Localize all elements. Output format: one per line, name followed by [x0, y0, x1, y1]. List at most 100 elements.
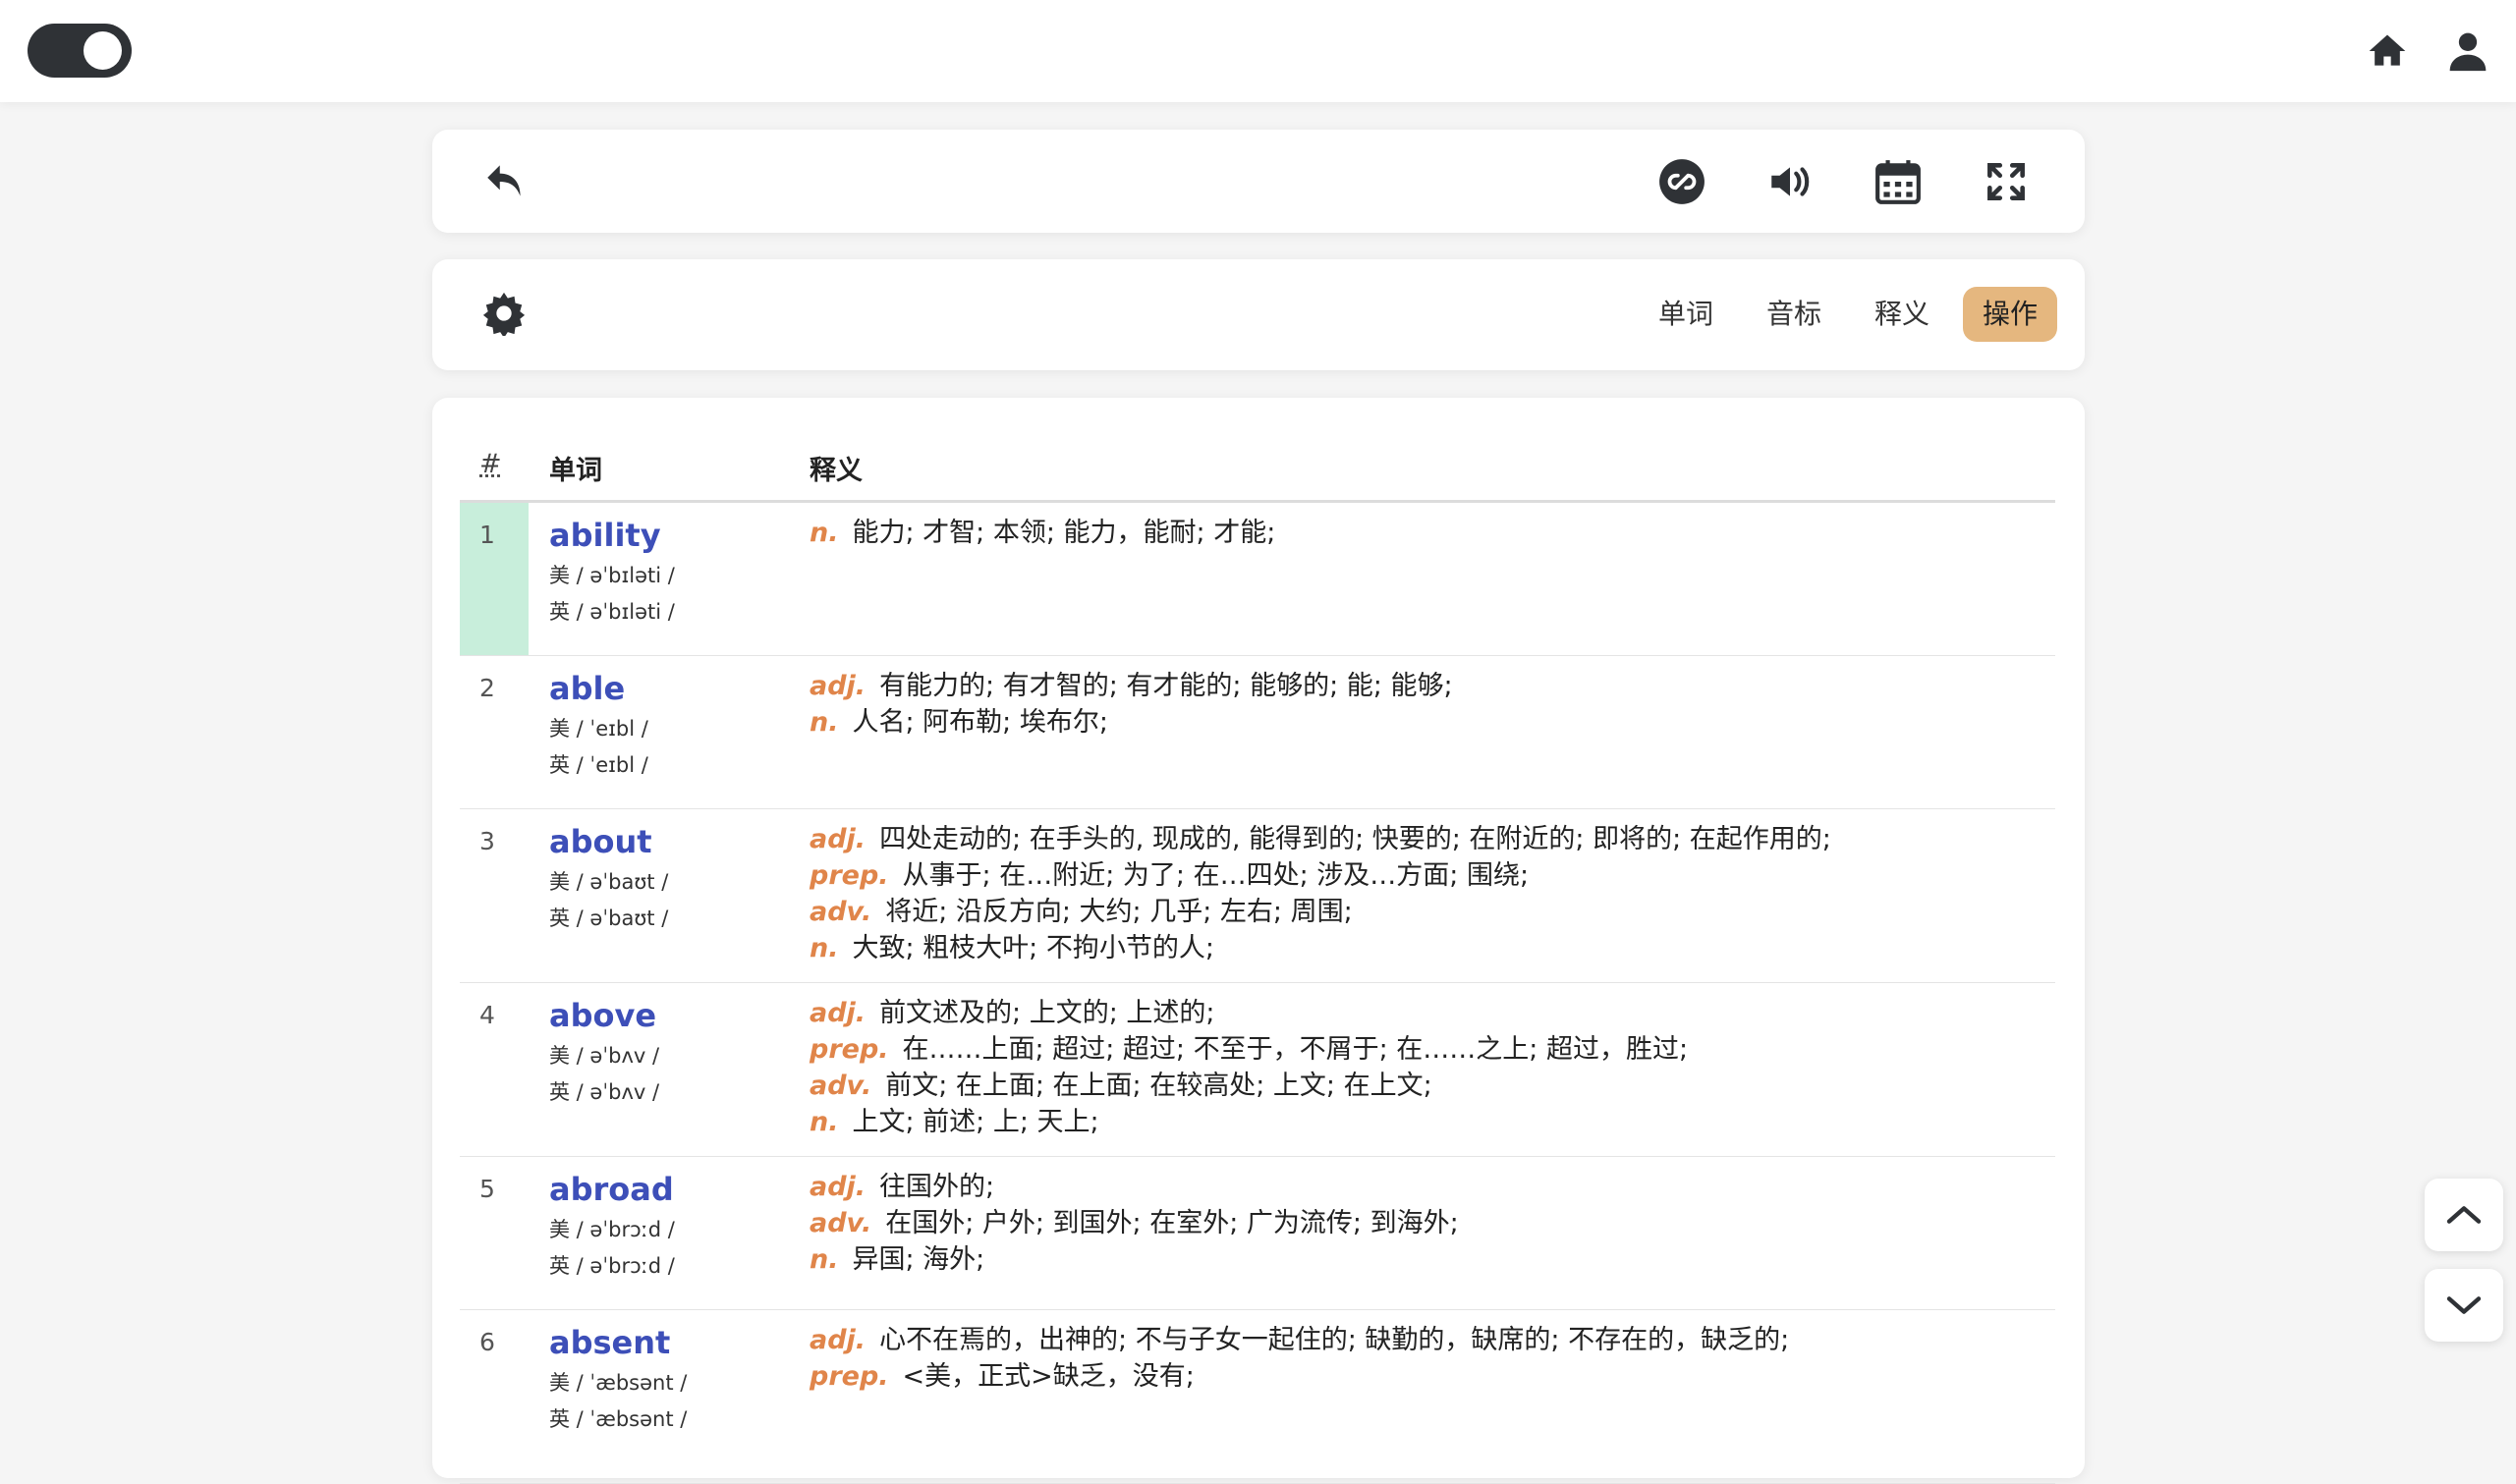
definition-line: adj. 往国外的; — [810, 1169, 2047, 1205]
word-link[interactable]: abroad — [549, 1171, 795, 1208]
chevron-up-icon — [2446, 1206, 2482, 1224]
user-icon[interactable] — [2446, 29, 2489, 73]
table-header: # 单词 释义 — [460, 437, 2055, 503]
top-bar — [0, 0, 2516, 102]
row-number: 4 — [479, 1001, 495, 1029]
part-of-speech: adj. — [810, 824, 867, 854]
definition-text: 四处走动的; 在手头的, 现成的, 能得到的; 快要的; 在附近的; 即将的; … — [879, 824, 1831, 854]
view-tabs: 单词 音标 释义 操作 — [1639, 287, 2057, 342]
row-number: 3 — [479, 827, 495, 855]
scroll-up-button[interactable] — [2425, 1179, 2503, 1251]
definition-line: prep. <美，正式>缺乏，没有; — [810, 1358, 2047, 1395]
table-body: 1 ability 美 / əˈbɪləti / 英 / əˈbɪləti / … — [460, 503, 2055, 1484]
word-cell: above 美 / əˈbʌv / 英 / əˈbʌv / — [549, 997, 795, 1111]
part-of-speech: n. — [810, 518, 839, 548]
definition-line: n. 异国; 海外; — [810, 1241, 2047, 1278]
definition-text: 心不在焉的，出神的; 不与子女一起住的; 缺勤的，缺席的; 不存在的，缺乏的; — [879, 1325, 1790, 1355]
undo-icon[interactable] — [481, 157, 531, 206]
word-link[interactable]: able — [549, 670, 795, 707]
link-icon[interactable] — [1657, 157, 1706, 206]
us-phonetic: 美 / əˈbrɔːd / — [549, 1218, 675, 1241]
word-cell: abroad 美 / əˈbrɔːd / 英 / əˈbrɔːd / — [549, 1171, 795, 1285]
table-row[interactable]: 3 about 美 / əˈbaʊt / 英 / əˈbaʊt / adj. 四处… — [460, 809, 2055, 983]
word-list-card: # 单词 释义 1 ability 美 / əˈbɪləti / 英 / əˈb… — [432, 398, 2085, 1484]
calendar-icon[interactable] — [1873, 157, 1923, 206]
volume-icon[interactable] — [1765, 157, 1815, 206]
part-of-speech: n. — [810, 1107, 839, 1137]
uk-phonetic: 英 / əˈbʌv / — [549, 1080, 660, 1104]
tab-definition[interactable]: 释义 — [1855, 287, 1949, 342]
definition-text: 有能力的; 有才智的; 有才能的; 能够的; 能; 能够; — [879, 671, 1453, 701]
part-of-speech: prep. — [810, 1034, 889, 1065]
definition-cell: adj. 四处走动的; 在手头的, 现成的, 能得到的; 快要的; 在附近的; 即… — [810, 821, 2047, 966]
definition-line: adv. 前文; 在上面; 在上面; 在较高处; 上文; 在上文; — [810, 1068, 2047, 1104]
row-number: 6 — [479, 1328, 495, 1356]
part-of-speech: adj. — [810, 1325, 867, 1355]
part-of-speech: prep. — [810, 860, 889, 891]
word-link[interactable]: above — [549, 997, 795, 1034]
definition-text: 能力; 才智; 本领; 能力，能耐; 才能; — [852, 518, 1276, 548]
header-num[interactable]: # — [479, 449, 502, 479]
us-phonetic: 美 / əˈbɪləti / — [549, 564, 675, 587]
definition-cell: adj. 前文述及的; 上文的; 上述的; prep. 在……上面; 超过; 超过; … — [810, 995, 2047, 1140]
part-of-speech: n. — [810, 933, 839, 963]
definition-text: 前文; 在上面; 在上面; 在较高处; 上文; 在上文; — [885, 1071, 1432, 1101]
toggle-knob — [84, 31, 122, 70]
definition-line: adj. 心不在焉的，出神的; 不与子女一起住的; 缺勤的，缺席的; 不存在的，缺… — [810, 1322, 2047, 1358]
toolbar-card — [432, 130, 2085, 233]
word-link[interactable]: about — [549, 823, 795, 860]
table-row[interactable]: 1 ability 美 / əˈbɪləti / 英 / əˈbɪləti / … — [460, 503, 2055, 656]
word-cell: absent 美 / ˈæbsənt / 英 / ˈæbsənt / — [549, 1324, 795, 1438]
definition-cell: n. 能力; 才智; 本领; 能力，能耐; 才能; — [810, 515, 2047, 551]
us-phonetic: 美 / əˈbʌv / — [549, 1044, 660, 1068]
part-of-speech: n. — [810, 707, 839, 738]
definition-line: n. 人名; 阿布勒; 埃布尔; — [810, 704, 2047, 741]
us-phonetic: 美 / əˈbaʊt / — [549, 870, 669, 894]
definition-text: 上文; 前述; 上; 天上; — [852, 1107, 1099, 1137]
part-of-speech: n. — [810, 1244, 839, 1275]
row-number: 1 — [460, 503, 529, 655]
definition-text: 大致; 粗枝大叶; 不拘小节的人; — [852, 933, 1214, 963]
definition-text: 在……上面; 超过; 超过; 不至于，不屑于; 在……之上; 超过，胜过; — [902, 1034, 1689, 1065]
uk-phonetic: 英 / ˈæbsənt / — [549, 1407, 688, 1431]
header-word: 单词 — [549, 456, 602, 486]
word-link[interactable]: ability — [549, 517, 795, 554]
definition-line: adv. 将近; 沿反方向; 大约; 几乎; 左右; 周围; — [810, 894, 2047, 930]
definition-text: 从事于; 在…附近; 为了; 在…四处; 涉及…方面; 围绕; — [902, 860, 1530, 891]
word-cell: able 美 / ˈeɪbl / 英 / ˈeɪbl / — [549, 670, 795, 784]
table-row[interactable]: 2 able 美 / ˈeɪbl / 英 / ˈeɪbl / adj. 有能力的;… — [460, 656, 2055, 809]
definition-line: prep. 从事于; 在…附近; 为了; 在…四处; 涉及…方面; 围绕; — [810, 857, 2047, 894]
definition-line: prep. 在……上面; 超过; 超过; 不至于，不屑于; 在……之上; 超过，胜… — [810, 1031, 2047, 1068]
tab-phonetic[interactable]: 音标 — [1747, 287, 1841, 342]
chevron-down-icon — [2446, 1296, 2482, 1314]
home-icon[interactable] — [2366, 29, 2409, 73]
table-row[interactable]: 5 abroad 美 / əˈbrɔːd / 英 / əˈbrɔːd / adj… — [460, 1157, 2055, 1310]
definition-text: 前文述及的; 上文的; 上述的; — [879, 998, 1215, 1028]
tab-word[interactable]: 单词 — [1639, 287, 1733, 342]
part-of-speech: adv. — [810, 1071, 872, 1101]
part-of-speech: adv. — [810, 1208, 872, 1238]
fullscreen-icon[interactable] — [1982, 157, 2031, 206]
definition-line: n. 大致; 粗枝大叶; 不拘小节的人; — [810, 930, 2047, 966]
definition-line: n. 能力; 才智; 本领; 能力，能耐; 才能; — [810, 515, 2047, 551]
gear-icon[interactable] — [481, 291, 527, 338]
uk-phonetic: 英 / əˈbaʊt / — [549, 907, 669, 930]
us-phonetic: 美 / ˈæbsənt / — [549, 1371, 688, 1395]
definition-line: adj. 前文述及的; 上文的; 上述的; — [810, 995, 2047, 1031]
definition-text: 在国外; 户外; 到国外; 在室外; 广为流传; 到海外; — [885, 1208, 1459, 1238]
word-link[interactable]: absent — [549, 1324, 795, 1361]
definition-text: <美，正式>缺乏，没有; — [902, 1361, 1195, 1392]
table-row[interactable]: 4 above 美 / əˈbʌv / 英 / əˈbʌv / adj. 前文述及… — [460, 983, 2055, 1157]
us-phonetic: 美 / ˈeɪbl / — [549, 717, 648, 741]
part-of-speech: adj. — [810, 998, 867, 1028]
scroll-down-button[interactable] — [2425, 1269, 2503, 1342]
definition-cell: adj. 心不在焉的，出神的; 不与子女一起住的; 缺勤的，缺席的; 不存在的，缺… — [810, 1322, 2047, 1395]
part-of-speech: adv. — [810, 897, 872, 927]
tab-operation[interactable]: 操作 — [1962, 287, 2057, 342]
part-of-speech: prep. — [810, 1361, 889, 1392]
table-row[interactable]: 6 absent 美 / ˈæbsənt / 英 / ˈæbsənt / adj… — [460, 1310, 2055, 1484]
uk-phonetic: 英 / əˈbɪləti / — [549, 600, 675, 624]
definition-text: 人名; 阿布勒; 埃布尔; — [852, 707, 1108, 738]
uk-phonetic: 英 / ˈeɪbl / — [549, 753, 648, 777]
theme-toggle[interactable] — [28, 24, 132, 78]
